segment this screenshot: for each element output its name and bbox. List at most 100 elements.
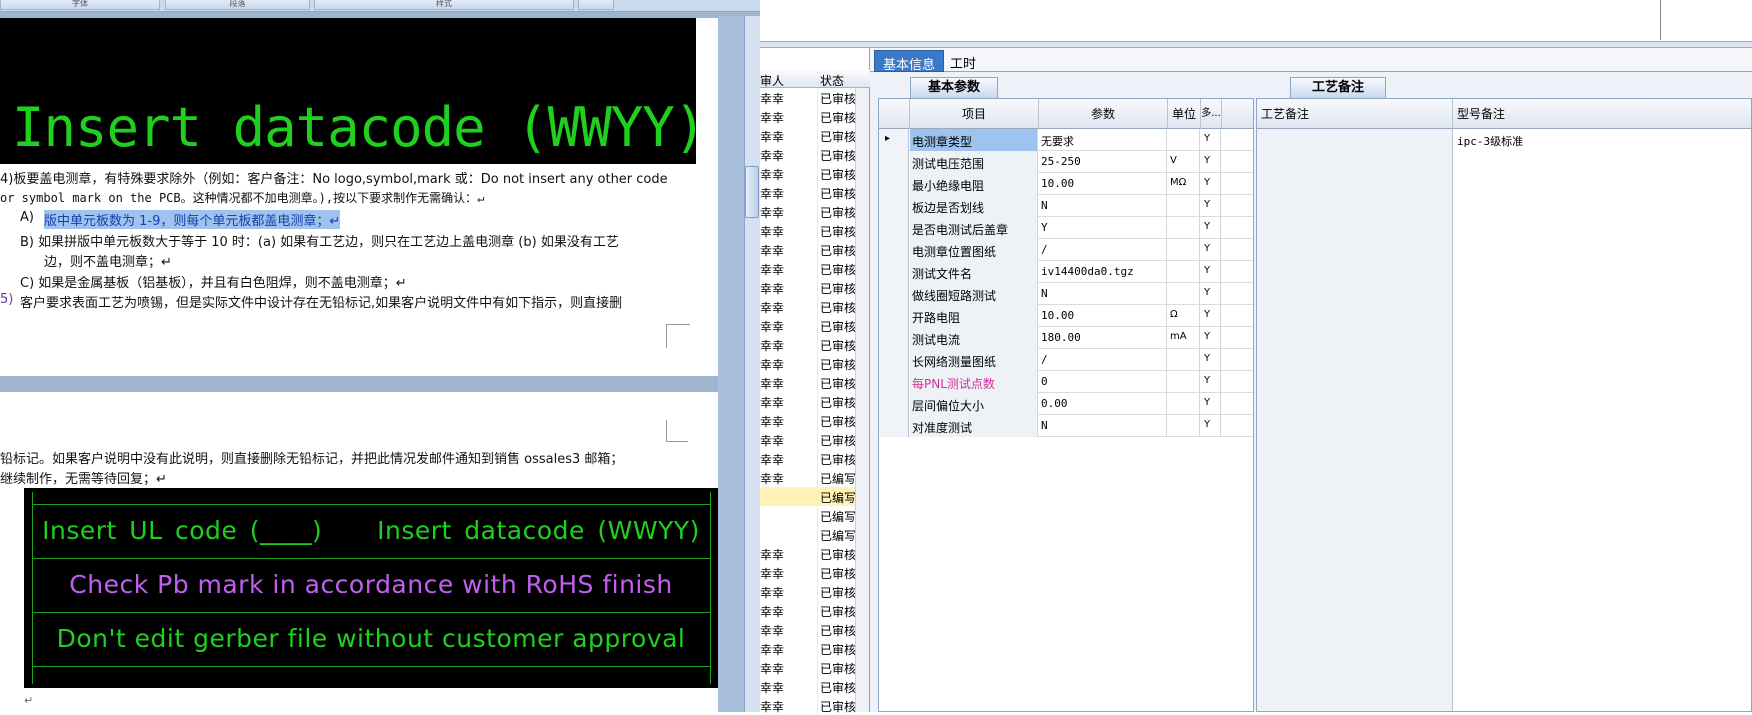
list-row[interactable]: 已编写: [760, 487, 856, 506]
param-row[interactable]: 测试电压范围 25-250 V Y: [879, 151, 1253, 173]
list-row[interactable]: 幸幸 已审核: [760, 639, 856, 658]
param-row[interactable]: 板边是否划线 N Y: [879, 195, 1253, 217]
list-row[interactable]: 幸幸 已审核: [760, 259, 856, 278]
param-flag-cell[interactable]: Y: [1201, 415, 1221, 437]
list-row[interactable]: 幸幸 已审核: [760, 183, 856, 202]
row-indicator[interactable]: ▸: [879, 129, 909, 151]
document-page-2[interactable]: 铅标记。如果客户说明中没有此说明，则直接删除无铅标记，并把此情况发邮件通知到销售…: [0, 392, 718, 712]
ribbon-group-styles[interactable]: 样式: [314, 0, 574, 10]
list-row[interactable]: 已编写: [760, 506, 856, 525]
list-row[interactable]: 幸幸 已审核: [760, 297, 856, 316]
param-unit-cell[interactable]: [1168, 195, 1200, 217]
param-value-cell[interactable]: iv14400da0.tgz: [1039, 261, 1167, 283]
list-row[interactable]: 幸幸 已审核: [760, 601, 856, 620]
param-value-cell[interactable]: 无要求: [1039, 129, 1167, 151]
row-indicator[interactable]: [879, 173, 909, 195]
row-indicator[interactable]: [879, 261, 909, 283]
list-scrollbar[interactable]: [855, 88, 869, 712]
param-row[interactable]: 是否电测试后盖章 Y Y: [879, 217, 1253, 239]
grid-header-unit[interactable]: 单位: [1168, 99, 1201, 129]
list-row[interactable]: 幸幸 已审核: [760, 126, 856, 145]
param-flag-cell[interactable]: Y: [1201, 151, 1221, 173]
list-row[interactable]: 幸幸 已审核: [760, 582, 856, 601]
scrollbar-thumb[interactable]: [745, 166, 759, 218]
grid-header-param[interactable]: 参数: [1039, 99, 1168, 129]
row-indicator[interactable]: [879, 415, 909, 437]
word-vertical-scrollbar[interactable]: [718, 16, 760, 712]
grid-header-item[interactable]: 项目: [910, 99, 1039, 129]
list-row[interactable]: 幸幸 已审核: [760, 335, 856, 354]
ribbon-group-paragraph[interactable]: 段落: [165, 0, 310, 10]
param-unit-cell[interactable]: Ω: [1168, 305, 1200, 327]
doc-line-a-selected[interactable]: 版中单元板数为 1-9，则每个单元板都盖电测章；↵: [44, 210, 341, 229]
param-flag-cell[interactable]: Y: [1201, 283, 1221, 305]
param-flag-cell[interactable]: Y: [1201, 393, 1221, 415]
param-unit-cell[interactable]: V: [1168, 151, 1200, 173]
list-row[interactable]: 幸幸 已审核: [760, 316, 856, 335]
param-value-cell[interactable]: N: [1039, 283, 1167, 305]
list-row[interactable]: 幸幸 已审核: [760, 544, 856, 563]
row-indicator[interactable]: [879, 349, 909, 371]
param-value-cell[interactable]: /: [1039, 349, 1167, 371]
list-header-status[interactable]: 状态: [820, 72, 844, 89]
list-row[interactable]: 幸幸 已编写: [760, 468, 856, 487]
param-unit-cell[interactable]: [1168, 129, 1200, 151]
list-row[interactable]: 幸幸 已审核: [760, 563, 856, 582]
param-unit-cell[interactable]: [1168, 217, 1200, 239]
ribbon-group-edit[interactable]: [578, 0, 614, 10]
remarks-header-model[interactable]: 型号备注: [1453, 99, 1751, 129]
param-unit-cell[interactable]: MΩ: [1168, 173, 1200, 195]
grid-header-flag[interactable]: 多...: [1201, 99, 1222, 129]
param-flag-cell[interactable]: Y: [1201, 327, 1221, 349]
param-value-cell[interactable]: 180.00: [1039, 327, 1167, 349]
param-value-cell[interactable]: Y: [1039, 217, 1167, 239]
model-remark-text[interactable]: ipc-3级标准: [1457, 133, 1523, 149]
list-row[interactable]: 幸幸 已审核: [760, 430, 856, 449]
param-value-cell[interactable]: 10.00: [1039, 173, 1167, 195]
param-flag-cell[interactable]: Y: [1201, 129, 1221, 151]
param-flag-cell[interactable]: Y: [1201, 195, 1221, 217]
param-unit-cell[interactable]: [1168, 393, 1200, 415]
param-value-cell[interactable]: 25-250: [1039, 151, 1167, 173]
tab-labor-hours[interactable]: 工时: [942, 50, 984, 72]
param-row[interactable]: 长网络测量图纸 / Y: [879, 349, 1253, 371]
param-value-cell[interactable]: /: [1039, 239, 1167, 261]
list-row[interactable]: 幸幸 已审核: [760, 221, 856, 240]
param-row[interactable]: 对准度测试 N Y: [879, 415, 1253, 437]
list-row[interactable]: 幸幸 已审核: [760, 392, 856, 411]
list-row[interactable]: 幸幸 已审核: [760, 145, 856, 164]
param-value-cell[interactable]: N: [1039, 415, 1167, 437]
list-row[interactable]: 幸幸 已审核: [760, 696, 856, 715]
param-row[interactable]: 层间偏位大小 0.00 Y: [879, 393, 1253, 415]
param-flag-cell[interactable]: Y: [1201, 349, 1221, 371]
param-flag-cell[interactable]: Y: [1201, 217, 1221, 239]
param-row[interactable]: 做线圈短路测试 N Y: [879, 283, 1253, 305]
param-unit-cell[interactable]: [1168, 283, 1200, 305]
list-row[interactable]: 幸幸 已审核: [760, 677, 856, 696]
list-row[interactable]: 幸幸 已审核: [760, 620, 856, 639]
document-page-1[interactable]: Insert datacode (WWYY) 4)板要盖电测章，有特殊要求除外（…: [0, 18, 718, 376]
remarks-header-process[interactable]: 工艺备注: [1257, 99, 1453, 129]
row-indicator[interactable]: [879, 195, 909, 217]
param-flag-cell[interactable]: Y: [1201, 239, 1221, 261]
param-value-cell[interactable]: 10.00: [1039, 305, 1167, 327]
param-unit-cell[interactable]: [1168, 371, 1200, 393]
list-row[interactable]: 幸幸 已审核: [760, 278, 856, 297]
list-row[interactable]: 幸幸 已审核: [760, 449, 856, 468]
row-indicator[interactable]: [879, 151, 909, 173]
param-unit-cell[interactable]: [1168, 349, 1200, 371]
list-row[interactable]: 幸幸 已审核: [760, 107, 856, 126]
param-unit-cell[interactable]: mA: [1168, 327, 1200, 349]
param-row[interactable]: 测试电流 180.00 mA Y: [879, 327, 1253, 349]
param-unit-cell[interactable]: [1168, 261, 1200, 283]
tab-basic-info[interactable]: 基本信息: [874, 50, 945, 73]
list-header-reviewer[interactable]: 审人: [760, 72, 784, 89]
param-unit-cell[interactable]: [1168, 239, 1200, 261]
list-row[interactable]: 幸幸 已审核: [760, 411, 856, 430]
list-row[interactable]: 幸幸 已审核: [760, 658, 856, 677]
row-indicator[interactable]: [879, 305, 909, 327]
row-indicator[interactable]: [879, 283, 909, 305]
param-row[interactable]: 最小绝缘电阻 10.00 MΩ Y: [879, 173, 1253, 195]
row-indicator[interactable]: [879, 371, 909, 393]
list-row[interactable]: 幸幸 已审核: [760, 373, 856, 392]
